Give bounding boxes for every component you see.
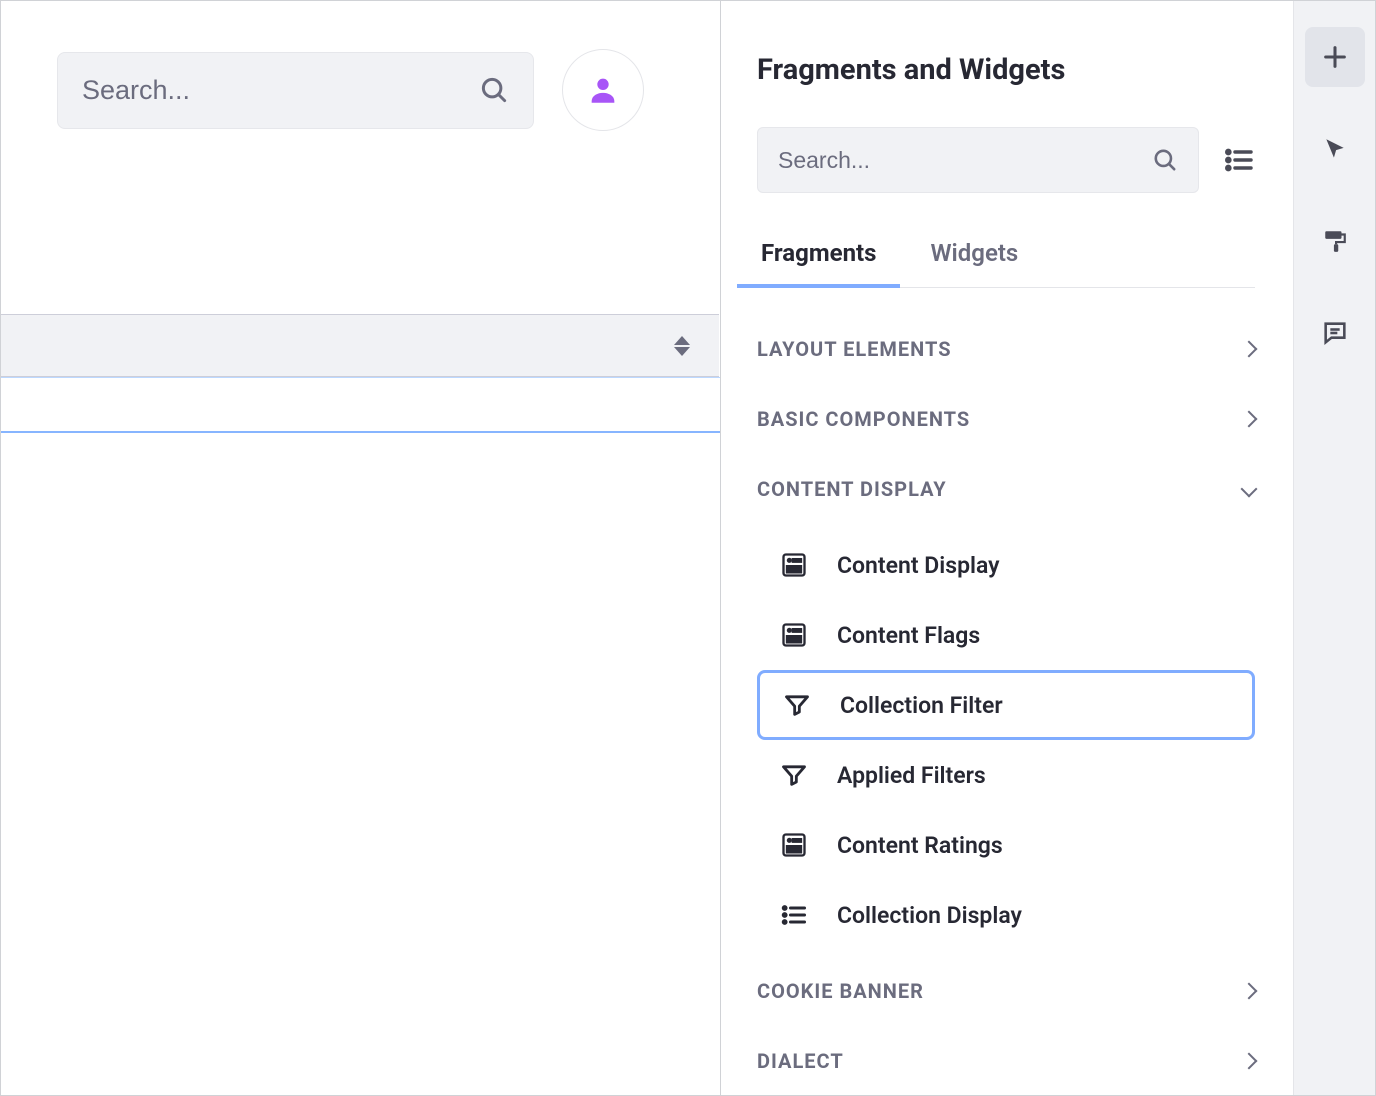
plus-icon: [1321, 43, 1349, 71]
drop-target-row[interactable]: [1, 377, 720, 433]
tab-label: Fragments: [761, 239, 876, 267]
roller-icon: [1322, 228, 1348, 254]
right-rail: [1293, 1, 1375, 1095]
tab-label: Widgets: [930, 239, 1018, 267]
design-button[interactable]: [1305, 211, 1365, 271]
category-label: LAYOUT ELEMENTS: [757, 337, 952, 361]
category-content-display[interactable]: CONTENT DISPLAY: [757, 454, 1255, 524]
comments-button[interactable]: [1305, 303, 1365, 363]
category-layout-elements[interactable]: LAYOUT ELEMENTS: [757, 314, 1255, 384]
collection-dropdown[interactable]: [1, 314, 719, 377]
panel-tabs: Fragments Widgets: [757, 227, 1255, 288]
main-search[interactable]: [57, 52, 534, 129]
fragment-content-display[interactable]: Content Display: [757, 530, 1255, 600]
fragments-panel: Fragments and Widgets Fragments Widgets …: [721, 1, 1291, 1095]
category-label: DIALECT: [757, 1049, 844, 1073]
comment-icon: [1321, 319, 1349, 347]
list-view-icon[interactable]: [1223, 144, 1255, 176]
user-avatar[interactable]: [562, 49, 644, 131]
tab-fragments[interactable]: Fragments: [757, 227, 880, 287]
category-label: COOKIE BANNER: [757, 979, 924, 1003]
user-icon: [586, 73, 620, 107]
fragment-list: Content Display Content Flags Collection…: [757, 524, 1255, 956]
search-icon: [479, 75, 509, 105]
fragment-content-ratings[interactable]: Content Ratings: [757, 810, 1255, 880]
browser-button[interactable]: [1305, 119, 1365, 179]
category-label: BASIC COMPONENTS: [757, 407, 970, 431]
chevron-down-icon: [1241, 481, 1258, 498]
list-icon: [779, 900, 809, 930]
panel-search[interactable]: [757, 127, 1199, 193]
fragment-label: Content Flags: [837, 622, 980, 649]
panel-title: Fragments and Widgets: [757, 53, 1255, 87]
tab-widgets[interactable]: Widgets: [926, 227, 1022, 287]
chevron-right-icon: [1241, 341, 1258, 358]
main-search-input[interactable]: [82, 75, 463, 106]
filter-icon: [782, 690, 812, 720]
fragment-label: Content Ratings: [837, 832, 1003, 859]
fragment-applied-filters[interactable]: Applied Filters: [757, 740, 1255, 810]
fragment-content-flags[interactable]: Content Flags: [757, 600, 1255, 670]
content-icon: [779, 620, 809, 650]
category-basic-components[interactable]: BASIC COMPONENTS: [757, 384, 1255, 454]
fragment-collection-display[interactable]: Collection Display: [757, 880, 1255, 950]
fragment-label: Applied Filters: [837, 762, 986, 789]
fragment-label: Collection Display: [837, 902, 1022, 929]
sort-icon: [671, 332, 693, 360]
top-bar: [57, 49, 644, 131]
fragment-label: Collection Filter: [840, 692, 1003, 719]
content-icon: [779, 550, 809, 580]
content-icon: [779, 830, 809, 860]
panel-search-row: [757, 127, 1255, 193]
fragment-collection-filter[interactable]: Collection Filter: [757, 670, 1255, 740]
search-icon: [1152, 147, 1178, 173]
category-label: CONTENT DISPLAY: [757, 477, 947, 501]
fragment-label: Content Display: [837, 552, 1000, 579]
category-dialect[interactable]: DIALECT: [757, 1026, 1255, 1096]
panel-search-input[interactable]: [778, 147, 1140, 174]
filter-icon: [779, 760, 809, 790]
add-button[interactable]: [1305, 27, 1365, 87]
canvas-area: [1, 1, 721, 1095]
chevron-right-icon: [1241, 983, 1258, 1000]
chevron-right-icon: [1241, 1053, 1258, 1070]
category-cookie-banner[interactable]: COOKIE BANNER: [757, 956, 1255, 1026]
cursor-icon: [1322, 136, 1348, 162]
chevron-right-icon: [1241, 411, 1258, 428]
